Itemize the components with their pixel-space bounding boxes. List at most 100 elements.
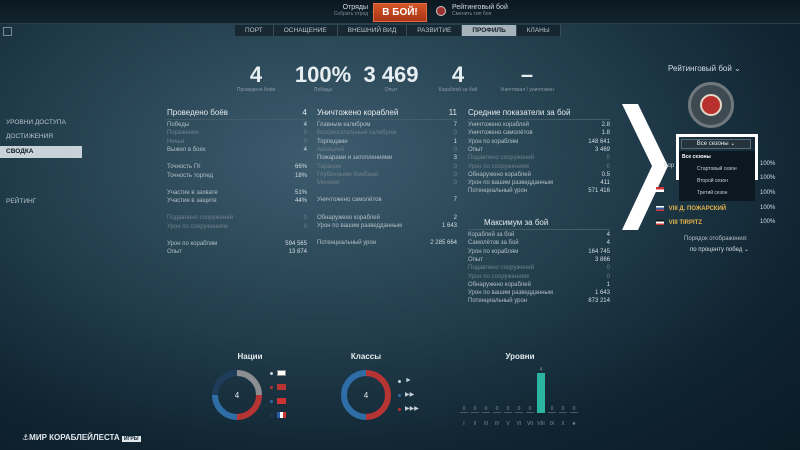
flag-icon — [656, 158, 664, 164]
stat-label: Кораблей за бой — [438, 87, 478, 93]
flag-icon — [656, 186, 664, 192]
battle-mode-selector[interactable]: Рейтинговый бой Сменить тип боя — [452, 4, 508, 17]
level-bar-value: 0 — [562, 406, 565, 412]
destroyed-title: Уничтожено кораблей — [317, 108, 399, 117]
season-option-all[interactable]: Все сезоны — [682, 154, 711, 160]
level-bar — [460, 412, 468, 413]
level-bar — [526, 412, 534, 413]
stat-value: 4 — [249, 62, 263, 87]
stat-label: Уничтожил / уничтожен — [500, 87, 554, 93]
game-logo: ⚓МИР КОРАБЛЕЙ — [22, 433, 93, 442]
tab-equipment[interactable]: ОСНАЩЕНИЕ — [273, 25, 338, 36]
level-tick-label: V — [506, 421, 510, 427]
stat-row-value: 2 285 664 — [430, 240, 457, 247]
legend-dot-icon — [398, 380, 401, 383]
nav-rating[interactable]: РЕЙТИНГ — [0, 196, 82, 208]
ship-row-4[interactable]: VIII Д. ПОЖАРСКИЙ — [656, 205, 726, 214]
sort-value: по проценту побед — [690, 247, 743, 253]
stat-value: 3 469 — [363, 62, 419, 87]
destroyed-total: 11 — [448, 108, 457, 117]
level-bar — [559, 412, 567, 413]
flag-japan-icon — [277, 370, 286, 376]
ship-row-2[interactable] — [656, 186, 667, 195]
stat-row-value: 1 643 — [441, 223, 457, 229]
level-bar — [548, 412, 556, 413]
stat-row-value: 13 874 — [288, 249, 307, 256]
battle-mode-title: Рейтинговый бой — [452, 4, 508, 11]
stat-label: Победы — [313, 87, 333, 93]
stat-ships-per-battle: 4 Кораблей за бой — [428, 62, 488, 94]
flag-norway-icon — [277, 398, 286, 404]
level-bar — [471, 412, 479, 413]
level-tick-label: IX — [550, 421, 555, 427]
flag-icon — [656, 219, 664, 225]
legend-dot-icon — [270, 372, 273, 375]
stat-row-value: 7 — [453, 197, 457, 204]
stat-value: 100% — [294, 62, 352, 87]
level-bar-value: 0 — [463, 406, 466, 412]
classes-count: 4 — [363, 391, 369, 400]
stat-row-value: 44% — [294, 198, 307, 205]
rating-mode-selector[interactable]: Рейтинговый бой ⌄ — [668, 64, 741, 73]
game-logo-text: МИР КОРАБЛЕЙ — [29, 433, 93, 442]
season-dropdown-value: Все сезоны — [696, 141, 729, 147]
legend-dot-icon — [398, 394, 401, 397]
sort-selector[interactable]: по проценту побед ⌄ — [690, 246, 749, 253]
sort-label: Порядок отображения: — [684, 236, 748, 242]
season-option-start[interactable]: Стартовый сезон — [697, 166, 737, 172]
tab-appearance[interactable]: ВНЕШНИЙ ВИД — [337, 25, 408, 36]
level-tick-label: I — [463, 421, 464, 427]
classes-title: Классы — [350, 352, 382, 361]
flag-france-icon — [277, 412, 286, 418]
level-bar-value: 0 — [551, 406, 554, 412]
tab-port[interactable]: ПОРТ — [235, 25, 274, 36]
ship-win-pct: 100% — [760, 219, 776, 225]
tab-development[interactable]: РАЗВИТИЕ — [407, 25, 463, 36]
level-tick-label: II — [474, 421, 477, 427]
stat-row-value: 873 214 — [588, 298, 610, 305]
battle-mode-icon[interactable] — [436, 6, 446, 16]
battles-title: Проведено боёв — [167, 108, 229, 117]
season-dropdown[interactable]: Все сезоны ⌄ — [681, 139, 751, 149]
level-bar-value: 0 — [496, 406, 499, 412]
season-option-third[interactable]: Третий сезон — [697, 190, 727, 196]
level-bar — [504, 412, 512, 413]
rank-emblem-center-icon — [700, 94, 722, 116]
tab-clans[interactable]: КЛАНЫ — [516, 25, 561, 36]
nav-achievements[interactable]: ДОСТИЖЕНИЯ — [0, 131, 82, 143]
ship-row-5[interactable]: VIII TIRPITZ — [656, 219, 702, 228]
levels-bar-chart: 0 I 0 II 0 III 0 IV 0 V 0 VI 0 VII 4 VIII 0 IX 0 X 0 ★ — [460, 367, 578, 427]
stat-value: 4 — [451, 62, 465, 87]
tab-profile[interactable]: ПРОФИЛЬ — [462, 25, 517, 36]
ship-win-pct: 100% — [760, 175, 776, 181]
level-bar-value: 0 — [529, 406, 532, 412]
nav-access-levels[interactable]: УРОВНИ ДОСТУПА — [0, 117, 82, 129]
ship-win-pct: 100% — [760, 190, 776, 196]
ship-win-pct: 100% — [760, 161, 776, 167]
level-bar — [493, 412, 501, 413]
level-tick-label: X — [561, 421, 565, 427]
level-tick-label: IV — [495, 421, 500, 427]
season-option-second[interactable]: Второй сезон — [697, 178, 728, 184]
nav-summary[interactable]: СВОДКА — [0, 146, 82, 158]
level-bar — [537, 373, 545, 413]
level-tick-label: VI — [517, 421, 522, 427]
stat-value: – — [520, 62, 534, 87]
menu-icon[interactable] — [3, 27, 12, 36]
studio-logo: ЛЕСТА ИГРЫ — [93, 433, 141, 442]
squad-subtitle: Собрать отряд — [333, 11, 368, 17]
ship-row-1[interactable] — [656, 158, 667, 167]
battle-button[interactable]: В БОЙ! — [373, 3, 427, 22]
levels-title: Уровни — [505, 352, 535, 361]
ship-name: VIII Д. ПОЖАРСКИЙ — [668, 206, 727, 212]
stat-battles: 4 Проведено боёв — [230, 62, 282, 94]
stat-row-value: 0 — [303, 223, 307, 230]
legend-dot-icon — [270, 386, 273, 389]
ship-win-pct: 100% — [760, 205, 776, 211]
legend-dot-icon — [398, 408, 401, 411]
rating-mode-title: Рейтинговый бой — [668, 64, 732, 73]
stat-row-value: 18% — [294, 172, 307, 179]
level-bar-value: 0 — [573, 406, 576, 412]
squad-button[interactable]: Отряды Собрать отряд — [318, 4, 368, 17]
battles-total: 4 — [302, 108, 307, 117]
